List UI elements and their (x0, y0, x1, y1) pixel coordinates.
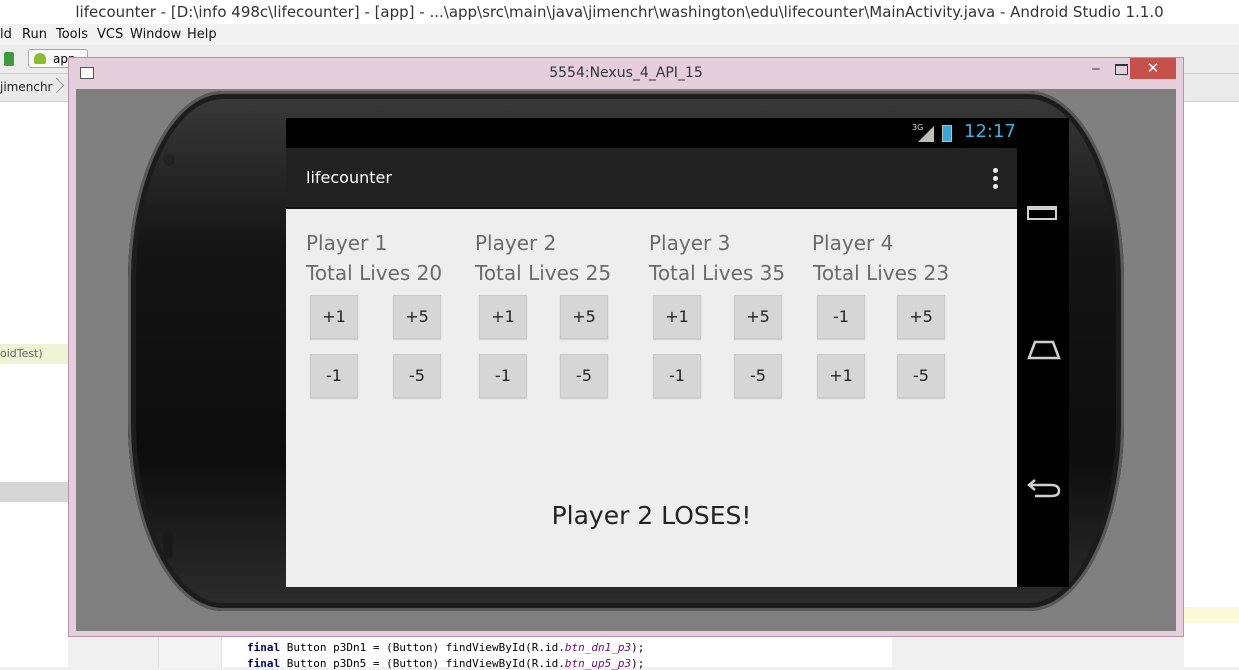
menu-help[interactable]: Help (187, 24, 217, 45)
p3-button-1[interactable]: +1 (653, 295, 701, 339)
p3-button-4[interactable]: -5 (734, 354, 782, 398)
emulator-viewport: 3G 12:17 lifecounter Player 1 Total Live… (76, 89, 1176, 631)
project-tree-item[interactable]: oidTest) (0, 344, 68, 364)
p4-button-1[interactable]: -1 (817, 295, 865, 339)
status-clock: 12:17 (964, 121, 1016, 142)
recent-apps-icon[interactable] (1027, 206, 1057, 220)
p1-button-1[interactable]: +1 (310, 295, 358, 339)
player-name: Player 2 (475, 231, 557, 255)
player-name: Player 1 (306, 231, 388, 255)
app-content: Player 1 Total Lives 20 +1 +5 -1 -5 Play… (286, 209, 1017, 587)
close-button[interactable]: ✕ (1130, 58, 1176, 79)
code-line: final Button p3Dn1 = (Button) findViewBy… (247, 641, 645, 654)
home-icon[interactable] (1027, 338, 1061, 360)
battery-icon (942, 125, 952, 142)
player-lives: Total Lives 35 (649, 261, 786, 285)
back-icon[interactable] (1027, 476, 1061, 498)
result-message: Player 2 LOSES! (551, 501, 752, 530)
p4-button-2[interactable]: +5 (897, 295, 945, 339)
p2-button-2[interactable]: +5 (560, 295, 608, 339)
p4-button-4[interactable]: -5 (897, 354, 945, 398)
p2-button-1[interactable]: +1 (479, 295, 527, 339)
breadcrumb[interactable]: jimenchr (0, 74, 64, 101)
minimize-button[interactable]: ‒ (1089, 62, 1103, 78)
project-tree-selection (0, 482, 68, 502)
overflow-menu-icon[interactable] (986, 166, 1006, 192)
project-panel: oidTest) (0, 102, 68, 667)
system-nav-bar (1017, 148, 1069, 587)
sync-icon[interactable] (4, 52, 14, 66)
p2-button-3[interactable]: -1 (479, 354, 527, 398)
device-screen: 3G 12:17 lifecounter Player 1 Total Live… (286, 118, 1069, 587)
player-lives: Total Lives 20 (306, 261, 443, 285)
p4-button-3[interactable]: +1 (817, 354, 865, 398)
signal-icon (918, 126, 934, 142)
menu-build[interactable]: ld (0, 24, 12, 45)
phone-frame: 3G 12:17 lifecounter Player 1 Total Live… (128, 91, 1124, 611)
camera-icon (163, 154, 175, 166)
code-line: final Button p3Dn5 = (Button) findViewBy… (247, 657, 645, 670)
menu-run[interactable]: Run (22, 24, 47, 45)
caret-line-highlight (1184, 607, 1239, 623)
action-bar: lifecounter (286, 148, 1017, 209)
p1-button-2[interactable]: +5 (393, 295, 441, 339)
speaker-grille (163, 529, 173, 559)
player-lives: Total Lives 25 (475, 261, 612, 285)
p3-button-3[interactable]: -1 (653, 354, 701, 398)
player-name: Player 3 (649, 231, 731, 255)
maximize-button[interactable] (1115, 64, 1128, 75)
p1-button-3[interactable]: -1 (310, 354, 358, 398)
menu-tools[interactable]: Tools (56, 24, 88, 45)
app-title: lifecounter (306, 168, 392, 187)
menu-vcs[interactable]: VCS (97, 24, 123, 45)
status-bar: 3G 12:17 (286, 118, 1069, 148)
p1-button-4[interactable]: -5 (393, 354, 441, 398)
ide-window-title: lifecounter - [D:\info 498c\lifecounter]… (0, 0, 1239, 24)
player-name: Player 4 (812, 231, 894, 255)
android-icon (34, 53, 46, 64)
menu-window[interactable]: Window (130, 24, 181, 45)
player-lives: Total Lives 23 (813, 261, 950, 285)
p2-button-4[interactable]: -5 (560, 354, 608, 398)
emulator-title: 5554:Nexus_4_API_15 (549, 65, 703, 81)
code-editor[interactable]: final Button p3Dn1 = (Button) findViewBy… (158, 636, 892, 670)
editor-gutter (159, 636, 222, 667)
right-editor-area (1184, 102, 1239, 667)
emulator-window: 5554:Nexus_4_API_15 ‒ ✕ 3G 12:17 lifecou… (68, 57, 1184, 637)
ide-menubar: ld Run Tools VCS Window Help (0, 24, 1239, 45)
p3-button-2[interactable]: +5 (734, 295, 782, 339)
